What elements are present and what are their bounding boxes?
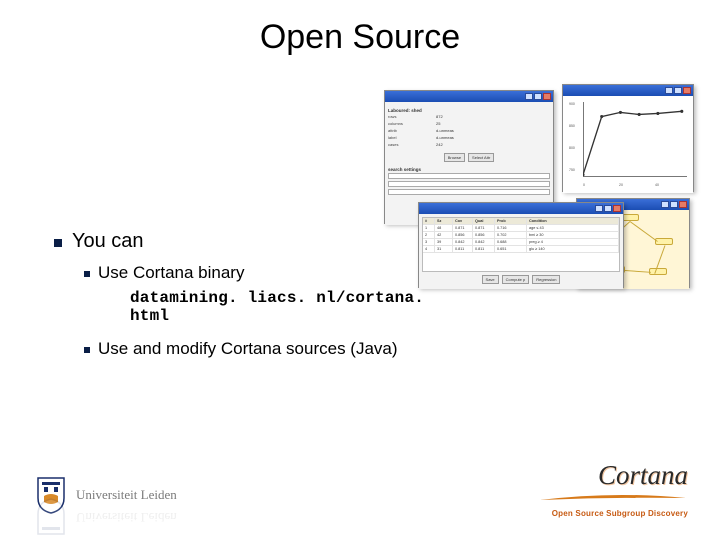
footer: Universiteit Leiden Universiteit Leiden … bbox=[0, 460, 720, 540]
bullet-icon bbox=[84, 271, 90, 277]
graph-node bbox=[649, 268, 667, 275]
bullet-icon bbox=[54, 239, 62, 247]
bullet-text: Use and modify Cortana sources (Java) bbox=[98, 339, 398, 359]
code-url: datamining. liacs. nl/cortana. html bbox=[130, 289, 454, 325]
bullet-text: You can bbox=[72, 230, 144, 253]
slide-body: You can Use Cortana binary datamining. l… bbox=[54, 230, 454, 373]
section-label: Laboured: shed bbox=[388, 108, 550, 113]
close-icon bbox=[683, 87, 691, 94]
save-button: Save bbox=[482, 275, 499, 284]
regression-button: Regression bbox=[532, 275, 560, 284]
close-icon bbox=[543, 93, 551, 100]
chart-line bbox=[583, 102, 687, 185]
field bbox=[388, 173, 550, 179]
maximize-icon bbox=[674, 87, 682, 94]
line-chart: 900 850 800 750 0 20 40 bbox=[569, 102, 687, 187]
section-label: search settings bbox=[388, 167, 550, 172]
close-icon bbox=[613, 205, 621, 212]
swoosh-icon bbox=[538, 494, 688, 502]
close-icon bbox=[679, 201, 687, 208]
titlebar bbox=[563, 85, 693, 96]
minimize-icon bbox=[661, 201, 669, 208]
titlebar bbox=[385, 91, 553, 102]
compute-button: Compute p bbox=[502, 275, 530, 284]
bullet-text: Use Cortana binary bbox=[98, 263, 244, 283]
maximize-icon bbox=[534, 93, 542, 100]
minimize-icon bbox=[665, 87, 673, 94]
screenshot-chart-window: 900 850 800 750 0 20 40 bbox=[562, 84, 694, 192]
graph-node bbox=[655, 238, 673, 245]
browse-button: Browse bbox=[444, 153, 465, 162]
minimize-icon bbox=[525, 93, 533, 100]
slide: Open Source Laboured: shed rows872 colum… bbox=[0, 0, 720, 540]
field bbox=[388, 189, 550, 195]
maximize-icon bbox=[604, 205, 612, 212]
bullet-icon bbox=[84, 347, 90, 353]
form-rows: rows872 columns25 attribd-unmeas labeld-… bbox=[388, 114, 550, 147]
minimize-icon bbox=[595, 205, 603, 212]
bullet-level-2: Use Cortana binary bbox=[84, 263, 454, 283]
cortana-logo: Cortana Open Source Subgroup Discovery bbox=[538, 462, 688, 518]
cortana-wordmark: Cortana bbox=[538, 462, 688, 489]
titlebar bbox=[419, 203, 623, 214]
maximize-icon bbox=[670, 201, 678, 208]
cortana-tagline: Open Source Subgroup Discovery bbox=[538, 509, 688, 518]
bullet-level-1: You can Use Cortana binary datamining. l… bbox=[54, 230, 454, 359]
bullet-level-2: Use and modify Cortana sources (Java) bbox=[84, 339, 454, 359]
slide-title: Open Source bbox=[0, 18, 720, 57]
select-button: Select Attr bbox=[468, 153, 494, 162]
field bbox=[388, 181, 550, 187]
